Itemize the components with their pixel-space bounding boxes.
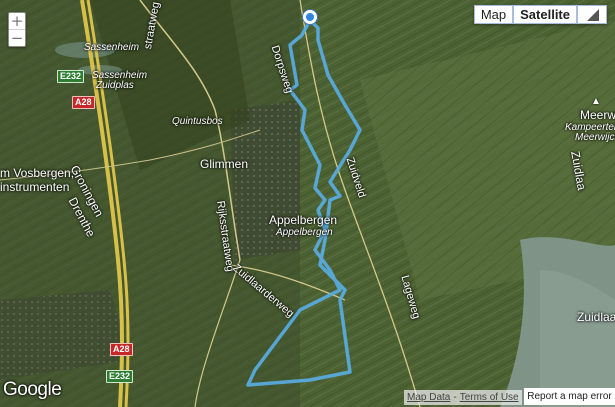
road-shield-e232-bottom: E232 (106, 370, 134, 383)
road-shield-a28-top: A28 (72, 96, 95, 109)
report-map-error-link[interactable]: Report a map error (524, 388, 615, 405)
label-sassenheim: Sassenheim (84, 42, 140, 53)
label-quintusbos: Quintusbos (172, 116, 223, 127)
start-marker-icon[interactable] (302, 9, 318, 25)
zoom-in-button[interactable]: + (9, 13, 25, 29)
map-footer: Map Data - Terms of Use (404, 390, 522, 405)
fullscreen-icon (587, 8, 599, 21)
satellite-button[interactable]: Satellite (513, 5, 577, 24)
label-appelbergen-small: Appelbergen (276, 227, 333, 238)
label-meerwijck: Meerwijck (580, 108, 615, 122)
label-appelbergen: Appelbergen (269, 213, 338, 227)
label-zuidplas: Zuidplas (96, 80, 134, 91)
campsite-icon: ▲ (591, 96, 601, 107)
label-vosbergen: m Vosbergen, (0, 166, 75, 180)
terms-link[interactable]: Terms of Use (460, 392, 519, 403)
label-zuidlaa-lake: Zuidlaa (577, 310, 615, 324)
zoom-out-button[interactable]: − (9, 29, 25, 46)
label-kampeerterrein-meerwijck: Meerwijck (575, 132, 615, 143)
fullscreen-button[interactable] (577, 5, 607, 24)
google-logo: Google (3, 379, 62, 400)
map-view[interactable]: + − Map Satellite Sassenheim Sassenheim … (0, 0, 615, 407)
road-shield-a28-bottom: A28 (110, 343, 133, 356)
label-instrumenten: instrumenten (0, 180, 70, 194)
road-shield-e232-top: E232 (57, 70, 85, 83)
zoom-control: + − (8, 12, 26, 47)
footer-separator: - (453, 392, 457, 403)
map-type-control: Map Satellite (473, 5, 607, 24)
map-data-link[interactable]: Map Data (407, 392, 450, 403)
map-button[interactable]: Map (473, 5, 514, 24)
route-path[interactable] (246, 18, 362, 387)
label-glimmen: Glimmen (200, 157, 249, 171)
